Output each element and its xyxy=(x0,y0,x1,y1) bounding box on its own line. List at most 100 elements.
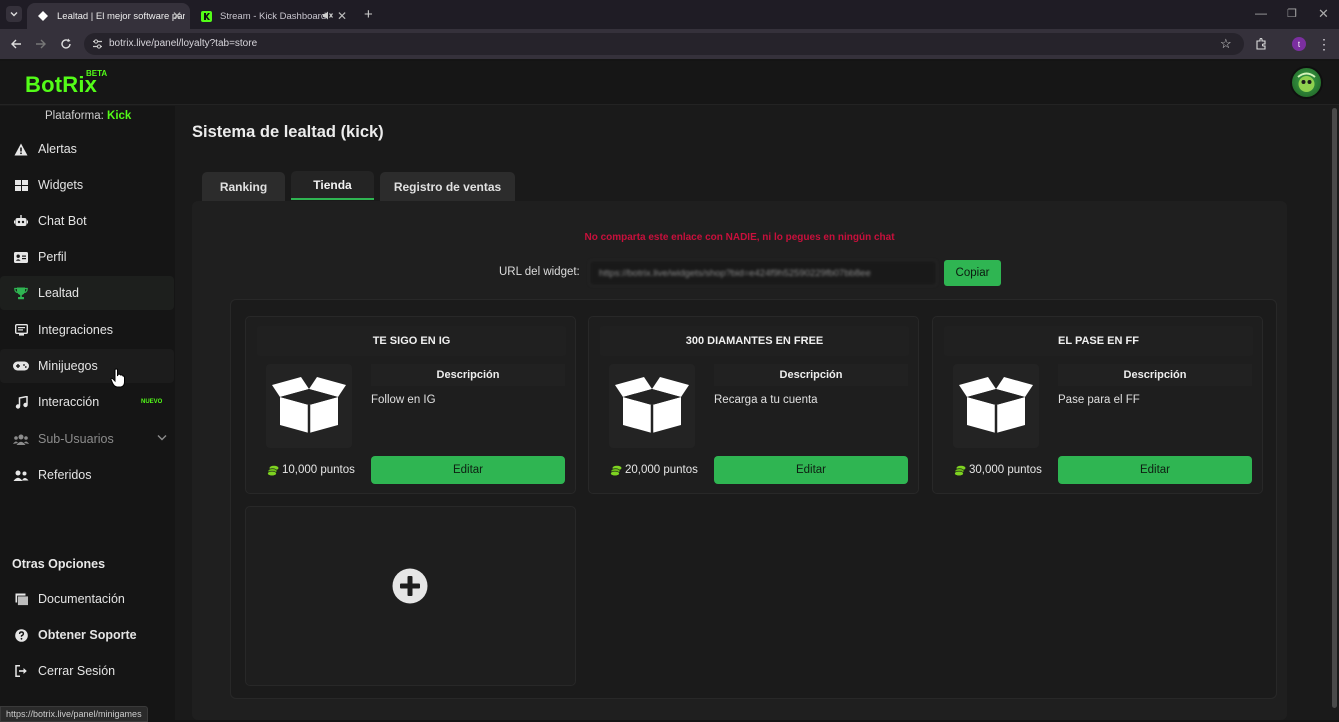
store-item-title: 300 DIAMANTES EN FREE xyxy=(600,326,909,356)
minimize-icon[interactable]: — xyxy=(1255,6,1267,20)
sidebar-item-documentacion[interactable]: Documentación xyxy=(0,582,174,616)
sidebar-item-label: Sub-Usuarios xyxy=(38,432,114,446)
sidebar-item-lealtad[interactable]: Lealtad xyxy=(0,276,174,310)
gamepad-icon xyxy=(13,358,29,374)
site-info-icon[interactable] xyxy=(92,39,103,49)
edit-button[interactable]: Editar xyxy=(714,456,908,484)
scrollbar-thumb[interactable] xyxy=(1332,108,1337,708)
warning-icon xyxy=(13,141,29,157)
sidebar-item-label: Documentación xyxy=(38,592,125,606)
sidebar-item-minijuegos[interactable]: Minijuegos xyxy=(0,349,174,383)
chevron-down-icon[interactable] xyxy=(157,434,167,441)
tab-registro-ventas[interactable]: Registro de ventas xyxy=(380,172,515,201)
close-window-icon[interactable]: ✕ xyxy=(1318,6,1329,22)
store-item-title: EL PASE EN FF xyxy=(944,326,1253,356)
sidebar-item-cerrar-sesion[interactable]: Cerrar Sesión xyxy=(0,654,174,688)
sidebar-item-label: Minijuegos xyxy=(38,359,98,373)
back-icon[interactable] xyxy=(7,29,25,59)
sidebar-item-label: Cerrar Sesión xyxy=(38,664,116,678)
page-title: Sistema de lealtad (kick) xyxy=(192,123,384,141)
store-item-card: EL PASE EN FF Descripción Pase para el F… xyxy=(932,316,1263,494)
store-item-description: Pase para el FF xyxy=(1058,394,1140,406)
browser-tab[interactable]: Stream - Kick Dashboard ✕ xyxy=(190,3,355,29)
music-icon xyxy=(13,394,29,410)
store-item-price: 10,000 puntos xyxy=(267,464,355,476)
store-item-description: Follow en IG xyxy=(371,394,436,406)
integration-icon xyxy=(13,322,29,338)
widget-url-field[interactable]: https://botrix.live/widgets/shop?bid=e42… xyxy=(589,260,937,286)
sidebar-item-label: Referidos xyxy=(38,468,92,482)
users-icon xyxy=(13,431,29,447)
sidebar: Plataforma: Kick Alertas Widgets Chat Bo… xyxy=(0,106,175,720)
description-header: Descripción xyxy=(371,364,565,386)
description-header: Descripción xyxy=(714,364,908,386)
other-options-heading: Otras Opciones xyxy=(12,557,106,571)
address-bar[interactable]: botrix.live/panel/loyalty?tab=store ☆ xyxy=(84,33,1244,55)
sidebar-item-perfil[interactable]: Perfil xyxy=(0,240,174,274)
box-icon xyxy=(609,364,695,448)
profile-avatar[interactable]: t xyxy=(1291,29,1307,59)
id-card-icon xyxy=(13,249,29,265)
sidebar-item-chat-bot[interactable]: Chat Bot xyxy=(0,204,174,238)
points-text: 20,000 puntos xyxy=(625,464,698,476)
copy-button[interactable]: Copiar xyxy=(944,260,1001,286)
coins-icon xyxy=(610,465,622,476)
store-item-card: TE SIGO EN IG Descripción Follow en IG 1… xyxy=(245,316,576,494)
widget-url-label: URL del widget: xyxy=(499,266,580,278)
new-badge: NUEVO xyxy=(141,399,163,405)
warning-message: No comparta este enlace con NADIE, ni lo… xyxy=(584,232,895,243)
sidebar-item-referidos[interactable]: Referidos xyxy=(0,458,174,492)
url-text: botrix.live/panel/loyalty?tab=store xyxy=(109,38,258,49)
platform-label: Plataforma: xyxy=(45,110,104,122)
sidebar-item-integraciones[interactable]: Integraciones xyxy=(0,313,174,347)
user-avatar[interactable] xyxy=(1290,66,1323,99)
page-scrollbar[interactable] xyxy=(1330,106,1339,720)
chevron-down-icon xyxy=(10,12,18,17)
store-item-title: TE SIGO EN IG xyxy=(257,326,566,356)
tab-ranking[interactable]: Ranking xyxy=(202,172,285,201)
sidebar-item-soporte[interactable]: Obtener Soporte xyxy=(0,618,174,652)
forward-icon[interactable] xyxy=(32,29,50,59)
sidebar-item-alertas[interactable]: Alertas xyxy=(0,132,174,166)
reload-icon[interactable] xyxy=(57,29,75,59)
platform-indicator: Plataforma: Kick xyxy=(45,110,131,122)
sidebar-item-label: Interacción xyxy=(38,395,100,409)
store-item-price: 20,000 puntos xyxy=(610,464,698,476)
tab-tienda[interactable]: Tienda xyxy=(291,171,374,200)
store-item-card: 300 DIAMANTES EN FREE Descripción Recarg… xyxy=(588,316,919,494)
store-items-container: TE SIGO EN IG Descripción Follow en IG 1… xyxy=(230,299,1277,699)
restore-icon[interactable]: ❐ xyxy=(1287,7,1297,20)
store-panel: No comparta este enlace con NADIE, ni lo… xyxy=(192,201,1287,720)
store-item-description: Recarga a tu cuenta xyxy=(714,394,818,406)
sidebar-item-sub-usuarios[interactable]: Sub-Usuarios xyxy=(0,422,174,456)
add-item-card[interactable] xyxy=(245,506,576,686)
app-root: BotRix BETA Plataforma: Kick Alertas Wid… xyxy=(0,61,1339,722)
sidebar-item-interaccion[interactable]: Interacción NUEVO xyxy=(0,385,174,419)
tab-list-dropdown[interactable] xyxy=(6,6,22,22)
grid-icon xyxy=(13,177,29,193)
close-icon[interactable]: ✕ xyxy=(172,9,182,23)
muted-icon[interactable] xyxy=(322,10,333,21)
plus-circle-icon[interactable] xyxy=(392,568,428,604)
browser-menu-icon[interactable]: ⋮ xyxy=(1317,29,1331,59)
sidebar-item-label: Lealtad xyxy=(38,286,80,300)
botrix-favicon xyxy=(37,10,49,22)
edit-button[interactable]: Editar xyxy=(371,456,565,484)
store-item-price: 30,000 puntos xyxy=(954,464,1042,476)
browser-toolbar: botrix.live/panel/loyalty?tab=store ☆ t … xyxy=(0,29,1339,59)
browser-tab-active[interactable]: Lealtad | El mejor software para ✕ xyxy=(27,3,190,29)
sidebar-item-label: Obtener Soporte xyxy=(38,628,137,642)
sidebar-item-label: Alertas xyxy=(38,142,77,156)
close-icon[interactable]: ✕ xyxy=(337,9,347,23)
edit-button[interactable]: Editar xyxy=(1058,456,1252,484)
extensions-icon[interactable] xyxy=(1253,29,1269,59)
sidebar-item-widgets[interactable]: Widgets xyxy=(0,168,174,202)
tab-title: Lealtad | El mejor software para xyxy=(57,10,185,22)
logout-icon xyxy=(13,663,29,679)
bookmark-star-icon[interactable]: ☆ xyxy=(1220,36,1232,52)
sidebar-item-label: Integraciones xyxy=(38,323,114,337)
tab-title: Stream - Kick Dashboard xyxy=(220,10,327,22)
trophy-icon xyxy=(13,285,29,301)
new-tab-icon[interactable]: + xyxy=(364,6,373,23)
sidebar-item-label: Perfil xyxy=(38,250,67,264)
